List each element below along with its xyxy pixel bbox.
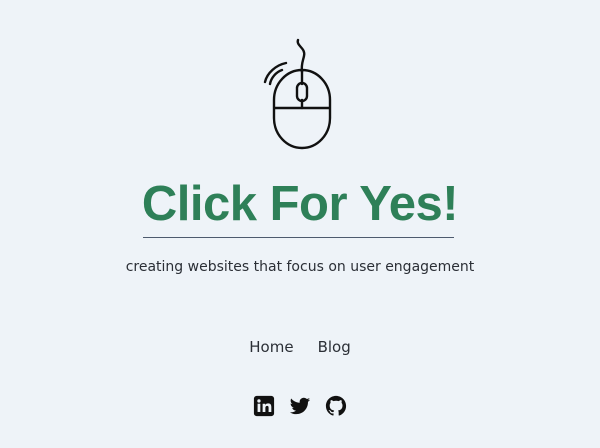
nav-link-blog[interactable]: Blog	[318, 337, 351, 357]
linkedin-link[interactable]	[253, 395, 275, 417]
github-link[interactable]	[325, 395, 347, 417]
site-tagline: creating websites that focus on user eng…	[125, 259, 475, 275]
home-page: Click For Yes! creating websites that fo…	[0, 0, 600, 448]
twitter-icon	[289, 397, 311, 415]
computer-mouse-click-icon	[263, 38, 332, 150]
title-divider	[143, 237, 454, 238]
site-title: Click For Yes!	[141, 177, 459, 231]
linkedin-icon	[253, 395, 275, 417]
github-icon	[325, 395, 347, 416]
social-links	[0, 395, 600, 417]
main-nav: Home Blog	[0, 337, 600, 357]
nav-link-home[interactable]: Home	[249, 337, 293, 357]
twitter-link[interactable]	[289, 395, 311, 417]
